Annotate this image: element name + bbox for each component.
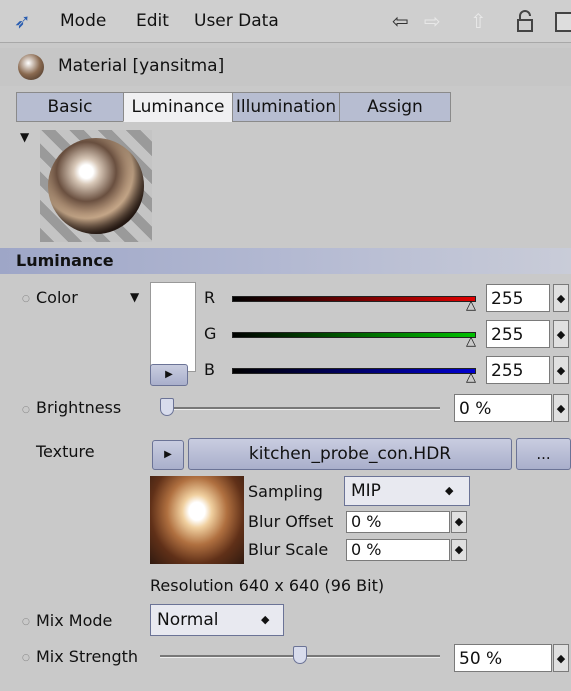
channel-thumb-b[interactable]: △ (466, 370, 476, 385)
channel-input-b[interactable]: 255 (486, 356, 550, 384)
menu-edit[interactable]: Edit (136, 11, 169, 31)
color-menu-arrow[interactable]: ▼ (130, 290, 139, 304)
brightness-input[interactable]: 0 % (454, 394, 552, 422)
mix-strength-stepper[interactable]: ◆ (553, 644, 569, 672)
preview-menu-arrow[interactable]: ▼ (20, 130, 29, 144)
texture-file-button[interactable]: kitchen_probe_con.HDR (188, 438, 512, 470)
back-arrow-icon[interactable]: ⇦ (392, 9, 409, 33)
channel-stepper-b[interactable]: ◆ (553, 356, 569, 384)
resolution-text: Resolution 640 x 640 (96 Bit) (150, 576, 385, 595)
texture-label: Texture (36, 442, 95, 461)
mix-mode-select[interactable]: Normal ◆ (150, 604, 284, 636)
channel-thumb-g[interactable]: △ (466, 334, 476, 349)
brightness-thumb[interactable] (160, 398, 174, 416)
material-title: Material [yansitma] (58, 56, 225, 76)
color-keyframe-dot[interactable]: ○ (22, 294, 30, 304)
tab-basic[interactable]: Basic (16, 92, 124, 122)
mix-strength-keyframe-dot[interactable]: ○ (22, 653, 30, 663)
menu-mode[interactable]: Mode (60, 11, 106, 31)
color-swatch[interactable] (150, 282, 196, 372)
up-arrow-icon[interactable]: ⇧ (470, 9, 487, 33)
preview-sphere (48, 138, 144, 234)
window-icon[interactable] (555, 12, 571, 32)
mix-strength-input[interactable]: 50 % (454, 644, 552, 672)
blur-offset-label: Blur Offset (248, 512, 334, 531)
mix-strength-thumb[interactable] (293, 646, 307, 664)
channel-thumb-r[interactable]: △ (466, 298, 476, 313)
mix-strength-slider[interactable] (160, 646, 440, 666)
tab-luminance[interactable]: Luminance (123, 92, 233, 122)
menu-user-data[interactable]: User Data (194, 11, 279, 31)
blur-scale-label: Blur Scale (248, 540, 329, 559)
channel-slider-g[interactable] (232, 332, 476, 338)
brightness-keyframe-dot[interactable]: ○ (22, 405, 30, 415)
sampling-label: Sampling (248, 482, 323, 501)
channel-input-g[interactable]: 255 (486, 320, 550, 348)
channel-label-r: R (204, 288, 216, 307)
channel-slider-b[interactable] (232, 368, 476, 374)
channel-stepper-g[interactable]: ◆ (553, 320, 569, 348)
forward-arrow-icon[interactable]: ⇨ (424, 9, 441, 33)
section-title: Luminance (16, 251, 114, 270)
material-preview (40, 130, 152, 242)
section-header: Luminance (0, 248, 571, 274)
texture-thumbnail (150, 476, 244, 564)
mix-strength-label: Mix Strength (36, 647, 139, 666)
menu-bar: ➶ Mode Edit User Data ⇦ ⇨ ⇧ (0, 0, 571, 43)
channel-label-b: B (204, 360, 215, 379)
mix-mode-stepper-icon: ◆ (261, 613, 270, 626)
channel-stepper-r[interactable]: ◆ (553, 284, 569, 312)
tab-assign[interactable]: Assign (339, 92, 451, 122)
blur-scale-stepper[interactable]: ◆ (451, 539, 467, 561)
tab-illumination[interactable]: Illumination (232, 92, 340, 122)
material-header: Material [yansitma] (0, 48, 571, 86)
mix-mode-value: Normal (157, 610, 219, 630)
brightness-track (160, 407, 440, 410)
texture-menu-button[interactable]: ▶ (152, 440, 184, 470)
blur-offset-stepper[interactable]: ◆ (451, 511, 467, 533)
color-label: Color (36, 288, 78, 307)
sampling-select[interactable]: MIP ◆ (344, 476, 470, 506)
texture-browse-button[interactable]: ... (516, 438, 571, 470)
channel-label-g: G (204, 324, 217, 343)
sampling-value: MIP (351, 481, 381, 501)
lock-icon[interactable] (516, 10, 533, 32)
brightness-stepper[interactable]: ◆ (553, 394, 569, 422)
color-picker-button[interactable]: ▶ (150, 364, 188, 386)
material-icon (18, 54, 44, 80)
channel-slider-r[interactable] (232, 296, 476, 302)
brightness-slider[interactable] (160, 398, 440, 418)
blur-offset-input[interactable]: 0 % (346, 511, 450, 533)
brightness-label: Brightness (36, 398, 122, 417)
cursor-icon[interactable]: ➶ (14, 9, 31, 33)
mix-mode-keyframe-dot[interactable]: ○ (22, 617, 30, 627)
sampling-stepper-icon: ◆ (445, 484, 454, 497)
mix-mode-label: Mix Mode (36, 611, 113, 630)
blur-scale-input[interactable]: 0 % (346, 539, 450, 561)
channel-input-r[interactable]: 255 (486, 284, 550, 312)
